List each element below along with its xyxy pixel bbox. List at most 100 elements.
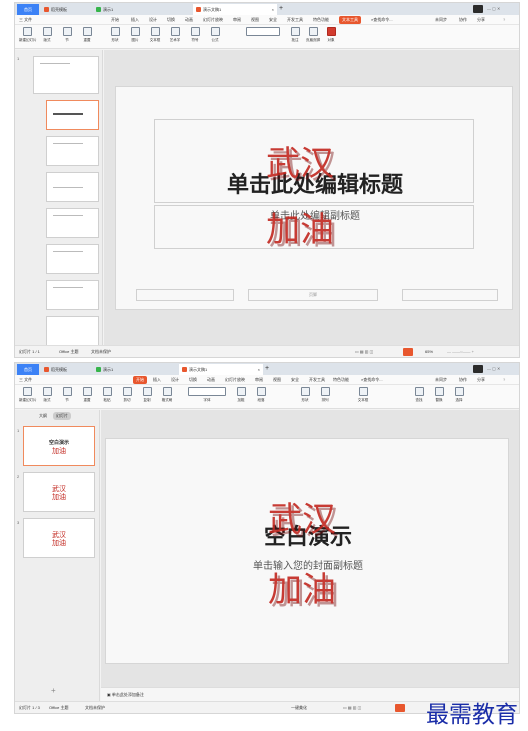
textbox-button[interactable]: 文本框 — [355, 387, 371, 403]
menu-review[interactable]: 审阅 — [255, 375, 263, 385]
menu-animation[interactable]: 动画 — [185, 15, 193, 25]
zoom-slider[interactable]: — ——○—— + — [447, 346, 474, 357]
new-tab-icon[interactable]: + — [265, 364, 269, 374]
cut-button[interactable]: 剪切 — [119, 387, 135, 403]
menu-slideshow[interactable]: 幻灯片放映 — [203, 15, 223, 25]
share-button[interactable]: 分享 — [477, 375, 485, 385]
sync-status[interactable]: 未同步 — [435, 375, 447, 385]
header-footer-button[interactable]: 页眉页脚 — [305, 27, 321, 43]
add-slide-icon[interactable]: + — [51, 686, 56, 695]
tab-presentation[interactable]: 演示文稿1 × — [193, 4, 277, 15]
slide[interactable]: 空白演示 单击输入您的封面副标题 武汉 加油 — [105, 438, 509, 664]
date-placeholder[interactable] — [136, 289, 234, 301]
wordart-button[interactable]: 艺术字 — [167, 27, 183, 43]
new-slide-button[interactable]: 新建幻灯片 — [19, 27, 37, 43]
menu-file[interactable]: 三 文件 — [19, 375, 32, 385]
select-button[interactable]: 选择 — [451, 387, 467, 403]
menu-transition[interactable]: 切换 — [189, 375, 197, 385]
arrange-button[interactable]: 排列 — [317, 387, 333, 403]
section-button[interactable]: 节 — [59, 27, 75, 43]
menu-home[interactable]: 开始 — [133, 376, 147, 384]
close-tab-icon[interactable]: × — [258, 364, 260, 375]
symbol-button[interactable]: 符号 — [187, 27, 203, 43]
view-buttons[interactable]: ▭ ▦ ▥ ◫ — [343, 702, 361, 713]
format-painter-button[interactable]: 格式刷 — [159, 387, 175, 403]
tab-home[interactable]: 首页 — [17, 364, 39, 375]
window-controls[interactable]: — ▢ ✕ — [487, 4, 500, 14]
tab-home[interactable]: 首页 — [17, 4, 39, 15]
layout-thumb-7[interactable] — [46, 316, 99, 346]
layout-thumb-3[interactable] — [46, 172, 99, 202]
view-buttons[interactable]: ▭ ▦ ▥ ◫ — [355, 346, 373, 357]
copy-button[interactable]: 复制 — [139, 387, 155, 403]
menu-insert[interactable]: 插入 — [153, 375, 161, 385]
tab-docer[interactable]: 稻壳模板 — [41, 4, 70, 15]
layout-thumb-4[interactable] — [46, 208, 99, 238]
reset-button[interactable]: 重置 — [79, 27, 95, 43]
textbox-button[interactable]: 文本框 — [147, 27, 163, 43]
menu-developer[interactable]: 开发工具 — [309, 375, 325, 385]
comment-button[interactable]: 批注 — [287, 27, 303, 43]
reset-button[interactable]: 重置 — [79, 387, 95, 403]
section-button[interactable]: 节 — [59, 387, 75, 403]
avatar[interactable] — [473, 365, 483, 373]
menu-text-tools[interactable]: 文本工具 — [339, 16, 361, 24]
menu-design[interactable]: 设计 — [171, 375, 179, 385]
protect-status[interactable]: 文档未保护 — [85, 702, 105, 713]
search-command[interactable]: ⌕ 查找命令... — [371, 15, 393, 25]
layout-button[interactable]: 版式 — [39, 27, 55, 43]
tab-slides[interactable]: 幻灯片 — [53, 412, 71, 420]
menu-file[interactable]: 三 文件 — [19, 15, 32, 25]
help-icon[interactable]: ? — [503, 15, 505, 25]
layout-thumb-1[interactable] — [46, 100, 99, 130]
find-button[interactable]: 查找 — [411, 387, 427, 403]
menu-slideshow[interactable]: 幻灯片放映 — [225, 375, 245, 385]
close-button[interactable]: 对象 — [323, 27, 339, 43]
paragraph-button[interactable]: 段落 — [253, 387, 269, 403]
window-controls[interactable]: — ▢ ✕ — [487, 364, 500, 374]
menu-features[interactable]: 特色功能 — [333, 375, 349, 385]
menu-security[interactable]: 安全 — [269, 15, 277, 25]
tab-docer[interactable]: 稻壳模板 — [41, 364, 70, 375]
font-box[interactable]: 字体 — [187, 387, 227, 403]
menu-insert[interactable]: 插入 — [131, 15, 139, 25]
search-command[interactable]: ⌕ 查找命令... — [361, 375, 383, 385]
slide-thumb-2[interactable]: 武汉 加油 — [23, 472, 95, 512]
play-button[interactable] — [403, 348, 413, 356]
shape-button[interactable]: 形状 — [297, 387, 313, 403]
layout-thumb-6[interactable] — [46, 280, 99, 310]
tab-doc[interactable]: 演示1 — [93, 364, 116, 375]
play-button[interactable] — [395, 704, 405, 712]
beautify-button[interactable]: 一键美化 — [291, 702, 307, 713]
share-button[interactable]: 分享 — [477, 15, 485, 25]
bold-button[interactable]: 加粗 — [233, 387, 249, 403]
picture-button[interactable]: 图片 — [127, 27, 143, 43]
slide-number-placeholder[interactable] — [402, 289, 498, 301]
protect-status[interactable]: 文档未保护 — [91, 346, 111, 357]
menu-view[interactable]: 视图 — [251, 15, 259, 25]
sync-status[interactable]: 未同步 — [435, 15, 447, 25]
menu-home[interactable]: 开始 — [111, 15, 119, 25]
menu-transition[interactable]: 切换 — [167, 15, 175, 25]
paste-button[interactable]: 粘贴 — [99, 387, 115, 403]
formula-button[interactable]: 公式 — [207, 27, 223, 43]
footer-placeholder[interactable]: 页脚 — [248, 289, 378, 301]
slide-thumb-1[interactable]: 空白演示 加油 — [23, 426, 95, 466]
collab-button[interactable]: 协作 — [459, 375, 467, 385]
menu-security[interactable]: 安全 — [291, 375, 299, 385]
tab-outline[interactable]: 大纲 — [39, 413, 47, 419]
help-icon[interactable]: ? — [503, 375, 505, 385]
slide-thumb-3[interactable]: 武汉 加油 — [23, 518, 95, 558]
close-tab-icon[interactable]: × — [272, 4, 274, 15]
replace-button[interactable]: 替换 — [431, 387, 447, 403]
layout-thumb-2[interactable] — [46, 136, 99, 166]
tab-doc[interactable]: 演示1 — [93, 4, 116, 15]
slide[interactable]: 单击此处编辑标题 单击此处编辑副标题 武汉 加油 页脚 — [115, 86, 513, 310]
menu-review[interactable]: 审阅 — [233, 15, 241, 25]
master-thumb[interactable] — [33, 56, 99, 94]
collab-button[interactable]: 协作 — [459, 15, 467, 25]
tab-presentation[interactable]: 演示文稿1 × — [179, 364, 263, 375]
avatar[interactable] — [473, 5, 483, 13]
layout-thumb-5[interactable] — [46, 244, 99, 274]
menu-developer[interactable]: 开发工具 — [287, 15, 303, 25]
